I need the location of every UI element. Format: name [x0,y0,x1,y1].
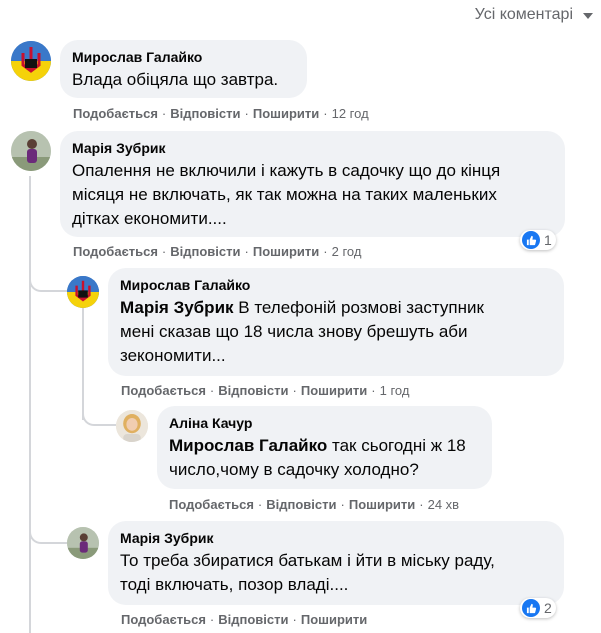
person-photo-icon [116,410,148,442]
avatar[interactable] [116,410,148,442]
comment-text: Влада обіцяла що завтра. [72,70,279,89]
comment-text-line: В телефоній розмові заступник [233,298,484,317]
reply-connector [82,400,116,426]
reply-connector [29,520,67,544]
thumbs-up-icon [522,599,540,617]
sort-comments-dropdown[interactable]: Усі коментарі [475,6,593,24]
like-button[interactable]: Подобається [121,612,206,627]
mention-link[interactable]: Мирослав Галайко [169,436,327,455]
chevron-down-icon [583,13,593,19]
comment-actions: Подобається · Відповісти · Поширити · 1 год [121,383,410,398]
comment-time[interactable]: 2 год [332,244,362,259]
reply-button[interactable]: Відповісти [266,497,336,512]
comment-text-line: тоді включать, позор владі.... [120,575,349,594]
thumbs-up-icon [522,231,540,249]
comment-text-line: місяця не включать, як так можна на таки… [72,185,497,204]
thread-line [29,176,31,633]
comment-bubble: Мирослав Галайко Марія Зубрик В телефоні… [108,268,564,376]
like-button[interactable]: Подобається [73,244,158,259]
comment-author[interactable]: Марія Зубрик [120,529,552,547]
comment-actions: Подобається · Відповісти · Поширити · 24 хв [169,497,460,512]
reaction-count[interactable]: 2 [520,598,556,618]
trident-flag-icon [67,276,99,308]
comment-text-line: мені сказав що 18 числа знову брешуть аб… [120,322,468,341]
reaction-count[interactable]: 1 [520,230,556,250]
reply-button[interactable]: Відповісти [170,244,240,259]
comment-bubble: Марія Зубрик То треба збиратися батькам … [108,521,564,605]
comment-text-line: Опалення не включили і кажуть в садочку … [72,161,501,180]
comment-bubble: Аліна Качур Мирослав Галайко так сьогодн… [157,406,492,489]
avatar[interactable] [67,276,99,308]
like-button[interactable]: Подобається [73,106,158,121]
comment-time[interactable]: 12 год [332,106,369,121]
like-button[interactable]: Подобається [121,383,206,398]
share-button[interactable]: Поширити [349,497,415,512]
comment-author[interactable]: Марія Зубрик [72,139,553,157]
reaction-count-value: 2 [544,600,552,616]
comment-text-line: число,чому в садочку холодно? [169,460,419,479]
comment-text: Мирослав Галайко так сьогодні ж 18 число… [169,434,480,482]
mention-link[interactable]: Марія Зубрик [120,298,234,317]
reply-button[interactable]: Відповісти [170,106,240,121]
comment-text-line: То треба збиратися батькам і йти в міськ… [120,551,495,570]
reply-button[interactable]: Відповісти [218,383,288,398]
person-photo-icon [67,527,99,559]
comment-author[interactable]: Мирослав Галайко [72,48,295,66]
reply-button[interactable]: Відповісти [218,612,288,627]
comment-actions: Подобається · Відповісти · Поширити · 2 год [73,244,362,259]
sort-label: Усі коментарі [474,6,573,23]
comment-actions: Подобається · Відповісти · Поширити [121,612,368,627]
avatar[interactable] [67,527,99,559]
comment-author[interactable]: Мирослав Галайко [120,276,552,294]
like-button[interactable]: Подобається [169,497,254,512]
share-button[interactable]: Поширити [301,612,367,627]
avatar[interactable] [11,41,51,81]
person-photo-icon [11,131,51,171]
share-button[interactable]: Поширити [253,244,319,259]
trident-flag-icon [11,41,51,81]
share-button[interactable]: Поширити [253,106,319,121]
avatar[interactable] [11,131,51,171]
comment-text-line: так сьогодні ж 18 [327,436,466,455]
reaction-count-value: 1 [544,232,552,248]
comment-text-line: дітках економити.... [72,209,227,228]
comment-text-line: зекономити... [120,346,226,365]
comment-text: Марія Зубрик В телефоній розмові заступн… [120,296,552,368]
comment-time[interactable]: 1 год [380,383,410,398]
comment-text: То треба збиратися батькам і йти в міськ… [120,549,552,597]
share-button[interactable]: Поширити [301,383,367,398]
reply-connector [29,270,67,292]
comment-text: Опалення не включили і кажуть в садочку … [72,159,553,231]
comment-time[interactable]: 24 хв [428,497,459,512]
comment-author[interactable]: Аліна Качур [169,414,480,432]
comment-bubble: Марія Зубрик Опалення не включили і кажу… [60,131,565,237]
comment-actions: Подобається · Відповісти · Поширити · 12 го… [73,106,369,121]
comment-bubble: Мирослав Галайко Влада обіцяла що завтра… [60,40,307,98]
